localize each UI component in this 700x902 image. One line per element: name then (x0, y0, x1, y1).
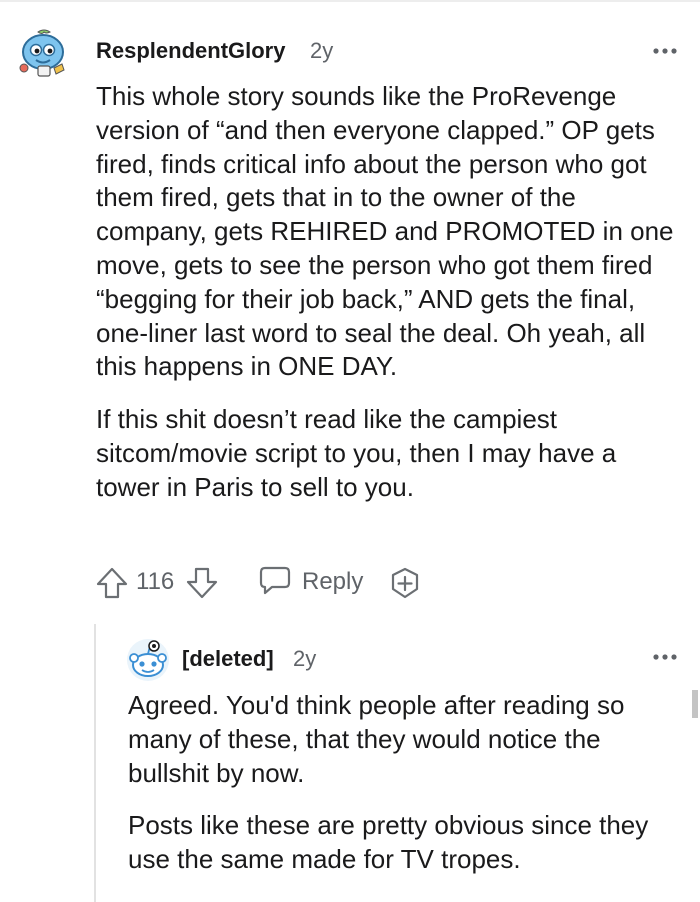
thread-line[interactable] (94, 624, 96, 902)
upvote-arrow-icon[interactable] (92, 566, 132, 600)
username[interactable]: ResplendentGlory (96, 38, 285, 64)
comment-paragraph: This whole story sounds like the ProReve… (96, 81, 674, 382)
comment-age: 2y (310, 38, 334, 63)
scrollbar[interactable] (692, 690, 698, 718)
speech-bubble-icon (258, 565, 292, 600)
downvote-arrow-icon[interactable] (184, 566, 220, 600)
avatar[interactable] (16, 28, 72, 80)
award-plus-icon[interactable] (388, 566, 422, 600)
reply-paragraph: Posts like these are pretty obvious sinc… (128, 810, 649, 874)
avatar[interactable] (126, 638, 170, 682)
vote-score: 116 (136, 568, 175, 595)
reply-label: Reply (302, 568, 364, 595)
reply-button[interactable]: Reply (258, 564, 363, 600)
comment-paragraph: If this shit doesn’t read like the campi… (96, 404, 617, 502)
comment-age: 2y (293, 646, 317, 671)
reply-paragraph: Agreed. You'd think people after reading… (128, 690, 625, 788)
more-options-icon[interactable] (648, 42, 682, 60)
reply-body: Agreed. You'd think people after reading… (128, 688, 688, 876)
more-options-icon[interactable] (648, 648, 682, 666)
divider (0, 0, 700, 2)
comment-actions: 116 Reply (92, 562, 452, 602)
comment-thread: ResplendentGlory 2y This whole story sou… (0, 0, 700, 902)
username[interactable]: [deleted] (182, 646, 274, 672)
comment-body: This whole story sounds like the ProReve… (96, 80, 686, 505)
